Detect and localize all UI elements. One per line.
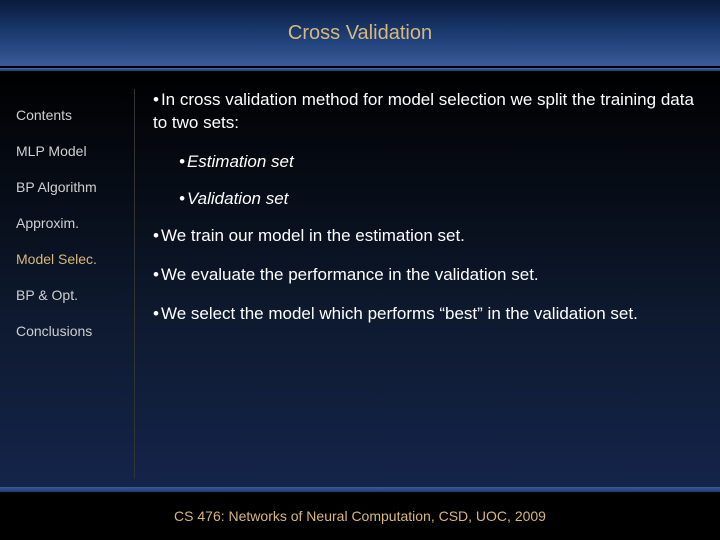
- header: Cross Validation: [0, 0, 720, 68]
- sidebar-item-approxim[interactable]: Approxim.: [6, 215, 134, 231]
- sub-bullet-1: •Estimation set: [179, 151, 708, 174]
- sidebar-item-model-selec[interactable]: Model Selec.: [6, 251, 134, 267]
- bullet-1-text: In cross validation method for model sel…: [153, 90, 694, 132]
- bullet-4: •We select the model which performs “bes…: [153, 303, 708, 326]
- bullet-dot-icon: •: [153, 90, 159, 109]
- sidebar-item-conclusions[interactable]: Conclusions: [6, 323, 134, 339]
- footer: CS 476: Networks of Neural Computation, …: [0, 492, 720, 540]
- bullet-3: •We evaluate the performance in the vali…: [153, 264, 708, 287]
- bullet-dot-icon: •: [153, 226, 159, 245]
- sub-bullet-1-text: Estimation set: [187, 152, 294, 171]
- content: Contents MLP Model BP Algorithm Approxim…: [0, 71, 720, 487]
- bullet-1: •In cross validation method for model se…: [153, 89, 708, 135]
- footer-text: CS 476: Networks of Neural Computation, …: [174, 508, 546, 524]
- bullet-2: •We train our model in the estimation se…: [153, 225, 708, 248]
- bullet-3-text: We evaluate the performance in the valid…: [161, 265, 539, 284]
- sidebar-item-bp-algorithm[interactable]: BP Algorithm: [6, 179, 134, 195]
- main-content: •In cross validation method for model se…: [134, 89, 708, 479]
- bullet-dot-icon: •: [153, 304, 159, 323]
- bullet-dot-icon: •: [179, 152, 185, 171]
- bullet-4-text: We select the model which performs “best…: [161, 304, 638, 323]
- sidebar-item-mlp-model[interactable]: MLP Model: [6, 143, 134, 159]
- slide-title: Cross Validation: [288, 22, 432, 45]
- bullet-dot-icon: •: [153, 265, 159, 284]
- sidebar: Contents MLP Model BP Algorithm Approxim…: [6, 89, 134, 479]
- sub-bullet-2-text: Validation set: [187, 189, 288, 208]
- sub-bullet-2: •Validation set: [179, 188, 708, 211]
- sidebar-item-bp-opt[interactable]: BP & Opt.: [6, 287, 134, 303]
- slide: Cross Validation Contents MLP Model BP A…: [0, 0, 720, 540]
- sidebar-item-contents[interactable]: Contents: [6, 107, 134, 123]
- bullet-dot-icon: •: [179, 189, 185, 208]
- bullet-2-text: We train our model in the estimation set…: [161, 226, 465, 245]
